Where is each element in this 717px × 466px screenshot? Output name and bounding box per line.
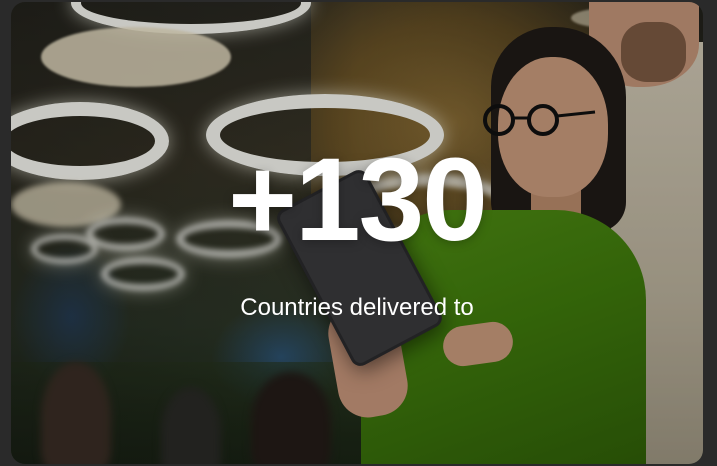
stat-card: +130 Countries delivered to: [11, 2, 703, 464]
stat-label: Countries delivered to: [240, 294, 474, 321]
stat-value: +130: [228, 134, 488, 266]
